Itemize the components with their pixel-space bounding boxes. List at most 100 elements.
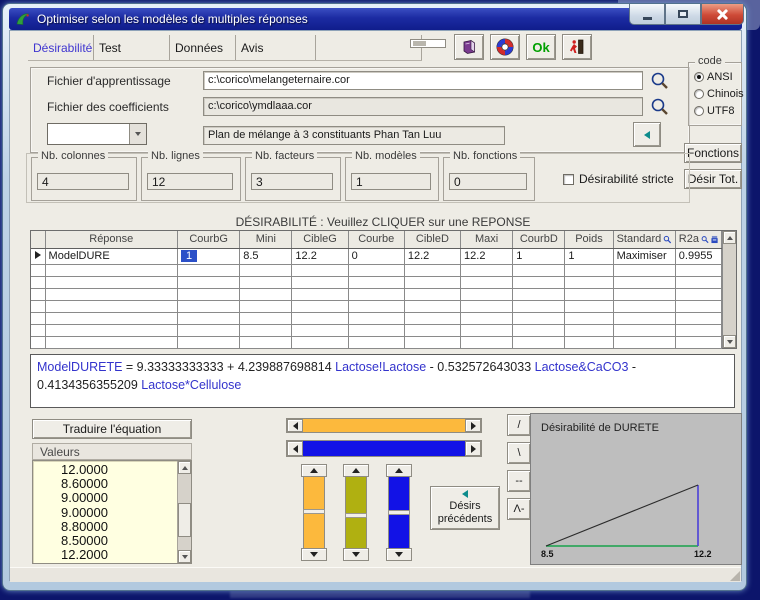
slider-up-button[interactable] <box>301 464 327 477</box>
scroll-up-button[interactable] <box>178 461 191 474</box>
ok-button[interactable]: Ok <box>526 34 556 60</box>
table-row-empty[interactable] <box>31 312 722 324</box>
col-courbe[interactable]: Courbe <box>348 231 404 248</box>
slider-right-button[interactable] <box>465 441 481 456</box>
list-item[interactable]: 9.00000 <box>61 506 177 520</box>
resize-grip-icon[interactable] <box>730 571 740 581</box>
slider-track[interactable] <box>303 441 465 456</box>
col-courbd[interactable]: CourbD <box>513 231 565 248</box>
cell-r2a[interactable]: 0.9955 <box>675 248 721 264</box>
slider-thumb[interactable] <box>345 513 367 518</box>
list-item[interactable]: 8.60000 <box>61 477 177 491</box>
cell-cibleg[interactable]: 12.2 <box>292 248 348 264</box>
radio-ansi[interactable]: ANSI <box>694 71 733 83</box>
help-button[interactable] <box>490 34 520 60</box>
slider-thumb[interactable] <box>388 510 410 515</box>
tab-desirabilite[interactable]: Désirabilité <box>28 35 94 60</box>
horizontal-slider-blue[interactable] <box>286 440 482 457</box>
radio-chinois[interactable]: Chinois <box>694 88 744 100</box>
shape-decreasing-button[interactable]: \ <box>507 442 531 464</box>
apprentissage-input[interactable]: c:\corico\melangeternaire.cor <box>203 71 643 90</box>
desirs-precedents-button[interactable]: Désirs précédents <box>430 486 500 530</box>
table-row-empty[interactable] <box>31 324 722 336</box>
cell-cibled[interactable]: 12.2 <box>404 248 460 264</box>
scroll-down-button[interactable] <box>723 335 736 348</box>
scroll-up-button[interactable] <box>723 231 736 244</box>
slider-up-button[interactable] <box>386 464 412 477</box>
desir-tot-button[interactable]: Désir Tot. <box>684 169 742 189</box>
slider-track[interactable] <box>345 477 367 548</box>
scrollbar-thumb[interactable] <box>178 503 191 537</box>
maximize-button[interactable] <box>665 4 701 25</box>
slider-track[interactable] <box>388 477 410 548</box>
list-item[interactable]: 12.2000 <box>61 548 177 562</box>
tab-test[interactable]: Test <box>94 35 170 60</box>
tab-avis[interactable]: Avis <box>236 35 316 60</box>
browse-apprentissage-icon[interactable] <box>649 70 671 92</box>
table-row-modeldure[interactable]: ModelDURE 1 8.5 12.2 0 12.2 12.2 1 1 Max… <box>31 248 722 264</box>
list-item[interactable]: 8.50000 <box>61 534 177 548</box>
col-cibleg[interactable]: CibleG <box>292 231 348 248</box>
cell-courbe[interactable]: 0 <box>348 248 404 264</box>
coefficients-input[interactable]: c:\corico\ymdlaaa.cor <box>203 97 643 116</box>
table-row-empty[interactable] <box>31 300 722 312</box>
shape-increasing-button[interactable]: / <box>507 414 531 436</box>
printer-icon[interactable] <box>711 235 718 244</box>
shape-flat-button[interactable]: -- <box>507 470 531 492</box>
slider-left-button[interactable] <box>287 419 303 432</box>
cell-courbg[interactable]: 1 <box>178 248 240 264</box>
cell-mini[interactable]: 8.5 <box>240 248 292 264</box>
col-poids[interactable]: Poids <box>565 231 613 248</box>
valeurs-scrollbar[interactable] <box>177 461 191 563</box>
valeurs-listbox[interactable]: 12.0000 8.60000 9.00000 9.00000 8.80000 … <box>32 460 192 564</box>
fonctions-button[interactable]: Fonctions <box>684 143 742 163</box>
slider-thumb[interactable] <box>303 509 325 514</box>
table-row-empty[interactable] <box>31 336 722 348</box>
slider-track[interactable] <box>303 419 465 432</box>
scroll-down-button[interactable] <box>178 550 191 563</box>
cell-courbd[interactable]: 1 <box>513 248 565 264</box>
previous-button[interactable] <box>633 122 661 147</box>
table-row-empty[interactable] <box>31 264 722 276</box>
vertical-slider-blue[interactable] <box>386 464 412 561</box>
horizontal-slider-orange[interactable] <box>286 418 482 433</box>
cell-poids[interactable]: 1 <box>565 248 613 264</box>
dropdown-button[interactable] <box>129 124 146 144</box>
col-maxi[interactable]: Maxi <box>461 231 513 248</box>
cell-standard[interactable]: Maximiser <box>613 248 675 264</box>
vertical-slider-olive[interactable] <box>343 464 369 561</box>
table-row-empty[interactable] <box>31 288 722 300</box>
col-reponse[interactable]: Réponse <box>45 231 177 248</box>
col-standard[interactable]: Standard <box>613 231 675 248</box>
slider-down-button[interactable] <box>301 548 327 561</box>
browse-coefficients-icon[interactable] <box>649 96 671 118</box>
list-item[interactable]: 9.00000 <box>61 491 177 505</box>
minimize-button[interactable] <box>629 4 665 25</box>
list-item[interactable]: 12.0000 <box>61 463 177 477</box>
col-r2a[interactable]: R2a <box>675 231 721 248</box>
radio-utf8[interactable]: UTF8 <box>694 105 735 117</box>
vertical-slider-orange[interactable] <box>301 464 327 561</box>
slider-left-button[interactable] <box>287 441 303 456</box>
close-button[interactable] <box>701 4 744 25</box>
slider-down-button[interactable] <box>386 548 412 561</box>
cell-reponse[interactable]: ModelDURE <box>45 248 177 264</box>
slider-down-button[interactable] <box>343 548 369 561</box>
shape-peak-button[interactable]: Λ- <box>507 498 531 520</box>
grid-scrollbar[interactable] <box>722 231 736 348</box>
traduire-equation-button[interactable]: Traduire l'équation <box>32 419 192 439</box>
slider-track[interactable] <box>303 477 325 548</box>
slider-right-button[interactable] <box>465 419 481 432</box>
model-dropdown[interactable] <box>47 123 147 145</box>
col-courbg[interactable]: CourbG <box>178 231 240 248</box>
slider-up-button[interactable] <box>343 464 369 477</box>
cell-maxi[interactable]: 12.2 <box>461 248 513 264</box>
table-row-empty[interactable] <box>31 276 722 288</box>
col-cibled[interactable]: CibleD <box>404 231 460 248</box>
desirabilite-stricte-checkbox[interactable]: Désirabilité stricte <box>563 172 674 186</box>
col-mini[interactable]: Mini <box>240 231 292 248</box>
list-item[interactable]: 8.80000 <box>61 520 177 534</box>
exit-button[interactable] <box>562 34 592 60</box>
manual-button[interactable] <box>454 34 484 60</box>
tab-donnees[interactable]: Données <box>170 35 236 60</box>
